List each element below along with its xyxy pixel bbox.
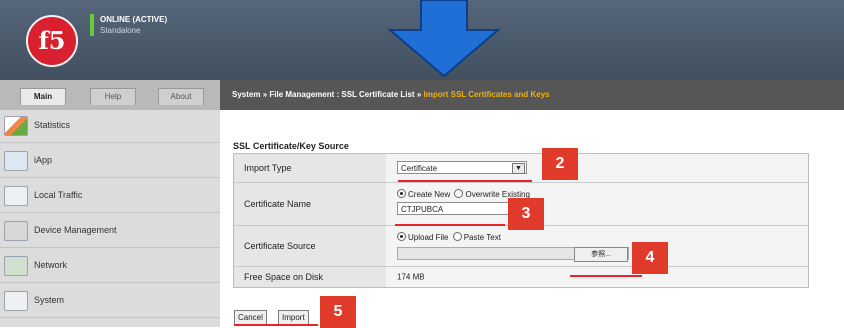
- breadcrumb-bar: System » File Management : SSL Certifica…: [220, 80, 844, 110]
- breadcrumb-file-management[interactable]: File Management : SSL Certificate List: [269, 90, 414, 99]
- sidebar-item-network[interactable]: Network: [0, 250, 220, 283]
- annotation-underline-4: [570, 275, 642, 277]
- sidebar-item-iapp[interactable]: iApp: [0, 145, 220, 178]
- breadcrumb-separator: »: [414, 90, 424, 99]
- sidebar-item-label: Statistics: [34, 120, 71, 130]
- sidebar-item-system[interactable]: System: [0, 285, 220, 318]
- tab-bar: Main Help About: [0, 80, 220, 110]
- overwrite-existing-radio[interactable]: [454, 189, 464, 198]
- create-new-label: Create New: [408, 190, 451, 199]
- paste-text-radio[interactable]: [452, 232, 462, 241]
- sidebar-item-device-management[interactable]: Device Management: [0, 215, 220, 248]
- annotation-badge-2: 2: [542, 148, 578, 180]
- breadcrumb-system[interactable]: System: [232, 90, 260, 99]
- row-certificate-source: Certificate Source Upload File Paste Tex…: [234, 226, 808, 267]
- row-import-type: Import Type Certificate ▼: [234, 154, 808, 183]
- device-management-icon: [4, 221, 28, 241]
- f5-logo: f5: [26, 15, 78, 67]
- browse-button[interactable]: 参照...: [574, 247, 628, 262]
- tab-main[interactable]: Main: [20, 88, 66, 105]
- local-traffic-icon: [4, 186, 28, 206]
- chevron-down-icon[interactable]: ▼: [512, 163, 525, 174]
- annotation-underline-2: [398, 180, 532, 182]
- import-type-select[interactable]: Certificate ▼: [397, 161, 527, 174]
- upload-file-label: Upload File: [408, 233, 449, 242]
- certificate-name-label: Certificate Name: [244, 199, 312, 209]
- tab-about[interactable]: About: [158, 88, 204, 105]
- import-type-label: Import Type: [244, 163, 292, 173]
- section-title: SSL Certificate/Key Source: [233, 141, 349, 151]
- status-mode: Standalone: [100, 26, 141, 35]
- network-icon: [4, 256, 28, 276]
- sidebar-item-local-traffic[interactable]: Local Traffic: [0, 180, 220, 213]
- free-space-value: 174 MB: [397, 272, 425, 282]
- annotation-badge-3: 3: [508, 198, 544, 230]
- annotation-badge-4: 4: [632, 242, 668, 274]
- down-arrow-icon: [388, 0, 500, 78]
- sidebar-item-label: Device Management: [34, 225, 117, 235]
- cancel-button[interactable]: Cancel: [234, 310, 267, 325]
- statistics-icon: [4, 116, 28, 136]
- status-online: ONLINE (ACTIVE): [100, 15, 168, 24]
- row-free-space: Free Space on Disk 174 MB: [234, 267, 808, 287]
- paste-text-label: Paste Text: [463, 233, 501, 242]
- system-icon: [4, 291, 28, 311]
- create-new-radio[interactable]: [397, 189, 406, 198]
- sidebar-item-label: Network: [34, 260, 68, 270]
- import-button[interactable]: Import: [278, 310, 309, 325]
- breadcrumb: System » File Management : SSL Certifica…: [232, 90, 550, 99]
- annotation-badge-5: 5: [320, 296, 356, 328]
- certificate-source-label: Certificate Source: [244, 241, 316, 251]
- upload-file-radio[interactable]: [397, 232, 406, 241]
- sidebar-item-label: Local Traffic: [34, 190, 83, 200]
- breadcrumb-current: Import SSL Certificates and Keys: [423, 90, 550, 99]
- sidebar-item-label: System: [34, 295, 65, 305]
- annotation-underline-3: [395, 224, 505, 226]
- tab-help[interactable]: Help: [90, 88, 136, 105]
- import-type-value: Certificate: [401, 164, 438, 173]
- device-status: ONLINE (ACTIVE) Standalone: [90, 14, 167, 36]
- free-space-label: Free Space on Disk: [244, 272, 324, 282]
- annotation-underline-5: [234, 324, 318, 326]
- certificate-name-input[interactable]: CTJPUBCA: [397, 202, 517, 215]
- iapp-icon: [4, 151, 28, 171]
- file-path-field[interactable]: 参照...: [397, 247, 629, 262]
- sidebar: Statistics iApp Local Traffic Device Man…: [0, 110, 220, 327]
- sidebar-item-statistics[interactable]: Statistics: [0, 110, 220, 143]
- sidebar-item-label: iApp: [34, 155, 53, 165]
